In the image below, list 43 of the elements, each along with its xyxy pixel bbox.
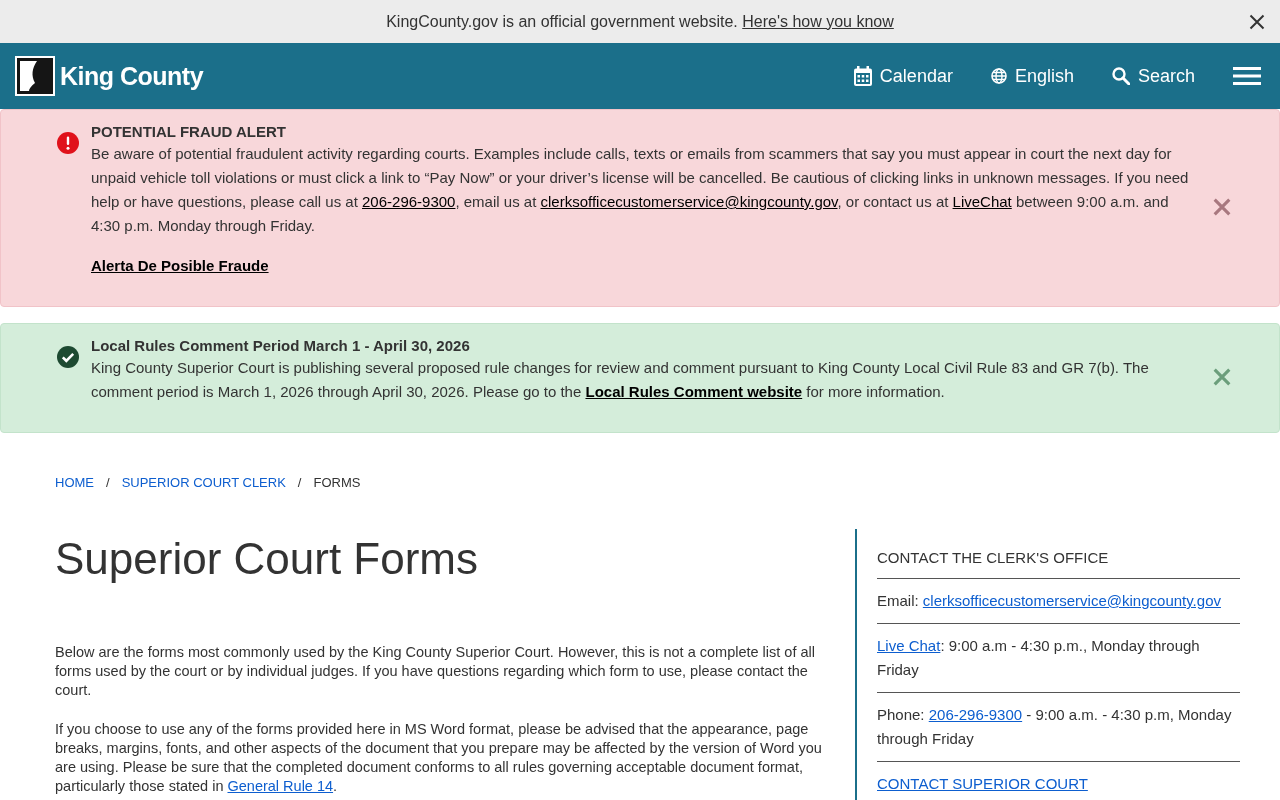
inline-link[interactable]: 206-296-9300 <box>362 193 456 210</box>
inline-link[interactable]: LiveChat <box>952 193 1012 210</box>
breadcrumb-link[interactable]: SUPERIOR COURT CLERK <box>121 474 286 492</box>
logo-icon[interactable] <box>15 56 55 96</box>
body-text: If you choose to use any of the forms provided here in MS Word format, please be advised that the appearance, page breaks, margins, fonts, and other aspects of the document that you prepare may be affected by the version of Word you are using. Please be sure that the completed document conforms to all rules governing acceptable document format, particularly those stated in General Rule 14. <box>55 720 823 796</box>
alert-text: Be aware of potential fraudulent activity regarding courts. Examples include calls, texts or emails from scammers that say you must appear in court the next day for unpaid vehicle toll violations or must click a link to “Pay Now” or your driver’s license will be cancelled. Be cautious of clicking links in unknown messages. If you need help or have questions, please call us at 206-296-9300, email us at clerksofficecustomerservice@kingcounty.gov, or contact us at LiveChat between 9:00 a.m. and 4:30 p.m. Monday through Friday. <box>91 144 1190 236</box>
page-title: Superior Court Forms <box>55 533 479 585</box>
how-you-know-link[interactable]: Here's how you know <box>742 12 894 30</box>
menu-icon <box>1233 67 1261 85</box>
inline-link[interactable]: Live Chat <box>877 637 941 654</box>
breadcrumb-separator: / <box>296 474 303 492</box>
inline-link[interactable]: CONTACT SUPERIOR COURT <box>877 775 1088 792</box>
body-text: Below are the forms most commonly used by the King County Superior Court. However, this is not a complete list of all forms used by the court or by individual judges. If you have questions regarding which form to use, please contact the court. <box>55 643 816 700</box>
close-icon <box>1249 13 1265 30</box>
inline-link[interactable]: clerksofficecustomerservice@kingcounty.gov <box>922 592 1221 609</box>
sidebar-heading: CONTACT THE CLERK'S OFFICE <box>877 546 1240 579</box>
contact-text: Phone: 206-296-9300 - 9:00 a.m. - 4:30 p.m, Monday through Friday <box>877 693 1240 762</box>
inline-link[interactable]: Alerta De Posible Fraude <box>91 257 269 274</box>
inline-link[interactable]: 206-296-9300 <box>928 706 1023 723</box>
search-button[interactable]: Search <box>1111 65 1195 87</box>
globe-icon <box>990 68 1007 84</box>
inline-link[interactable]: clerksofficecustomerservice@kingcounty.gov <box>540 193 838 210</box>
alert-title: POTENTIAL FRAUD ALERT <box>91 122 287 142</box>
search-icon <box>1111 67 1130 85</box>
breadcrumb-link[interactable]: HOME <box>55 474 94 492</box>
site-name[interactable]: King County <box>60 61 204 91</box>
alert-title: Local Rules Comment Period March 1 - April 30, 2026 <box>91 336 471 356</box>
contact-text: Live Chat: 9:00 a.m - 4:30 p.m., Monday through Friday <box>877 624 1240 693</box>
banner-text: KingCounty.gov is an official government website. Here's how you know <box>385 12 895 31</box>
calendar-icon <box>853 66 872 86</box>
close-icon <box>1213 368 1231 386</box>
alert-text: King County Superior Court is publishing several proposed rule changes for review and comment pursuant to King County Local Civil Rule 83 and GR 7(b). The comment period is March 1, 2026 through April 30, 2026. Please go to the Local Rules Comment website for more information. <box>91 358 1150 402</box>
exclamation-circle-icon <box>57 132 79 154</box>
close-button[interactable] <box>1248 12 1266 31</box>
close-icon <box>1213 198 1231 216</box>
language-button[interactable]: English <box>990 65 1074 87</box>
breadcrumb-separator: / <box>105 474 111 492</box>
check-circle-icon <box>57 346 79 368</box>
breadcrumb-current: FORMS <box>313 474 361 492</box>
calendar-button[interactable]: Calendar <box>853 65 953 87</box>
menu-button[interactable] <box>1233 67 1261 85</box>
inline-link[interactable]: Local Rules Comment website <box>585 383 803 400</box>
contact-text: Email: clerksofficecustomerservice@kingcounty.gov <box>877 579 1240 624</box>
